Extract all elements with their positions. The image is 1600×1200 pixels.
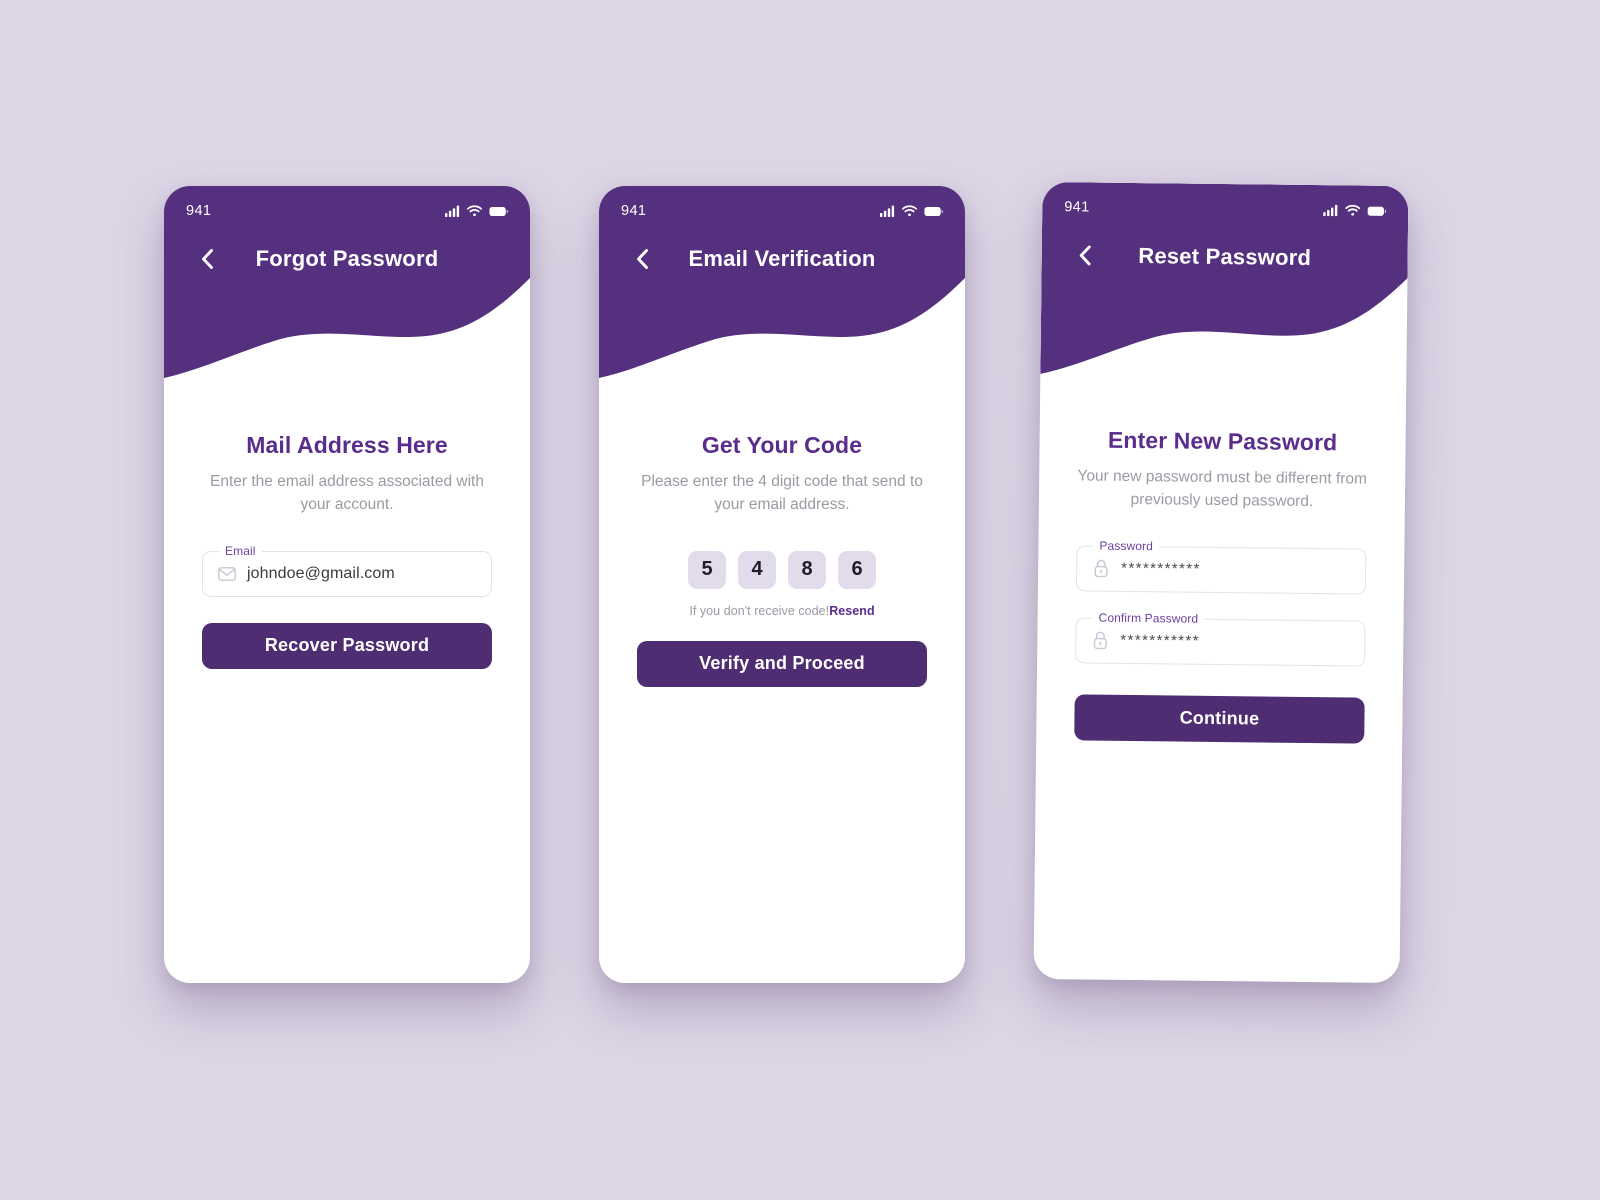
lock-icon	[1091, 559, 1110, 578]
otp-digit-3[interactable]: 8	[788, 550, 826, 589]
password-field-value: ***********	[1121, 560, 1201, 579]
battery-icon	[489, 206, 508, 216]
resend-prompt-text: If you don't receive code!	[689, 603, 830, 618]
page-subtitle: Your new password must be different from…	[1077, 467, 1368, 510]
page-title: Enter New Password	[1107, 426, 1338, 456]
otp-digit-1[interactable]: 5	[688, 550, 726, 589]
chevron-left-icon	[636, 249, 648, 269]
nav-bar: Forgot Password	[164, 242, 530, 276]
status-time: 941	[621, 203, 647, 219]
lock-icon	[1090, 631, 1109, 650]
status-icons	[445, 205, 508, 217]
status-bar: 941	[1042, 196, 1408, 222]
back-button[interactable]	[629, 246, 655, 272]
signal-icon	[445, 205, 460, 217]
status-time: 941	[186, 203, 212, 219]
screen-email-verification: 941 Email Verification Get Your Code Ple…	[599, 186, 965, 983]
password-field[interactable]: Password ***********	[1075, 538, 1367, 595]
signal-icon	[1323, 204, 1338, 217]
signal-icon	[880, 205, 895, 217]
battery-icon	[1367, 206, 1386, 216]
back-button[interactable]	[194, 246, 220, 272]
status-time: 941	[1064, 199, 1090, 216]
back-button[interactable]	[1072, 242, 1098, 268]
screen-content: Mail Address Here Enter the email addres…	[164, 432, 530, 669]
email-field[interactable]: Email johndoe@gmail.com	[202, 543, 492, 597]
recover-password-button[interactable]: Recover Password	[202, 622, 492, 669]
battery-icon	[924, 206, 943, 216]
status-icons	[880, 205, 943, 217]
email-field-label: Email	[219, 543, 262, 559]
chevron-left-icon	[201, 249, 213, 269]
resend-row: If you don't receive code!Resend	[637, 604, 927, 618]
phone-email-verification: 941 Email Verification Get Your Code Ple…	[599, 186, 965, 983]
verify-and-proceed-button[interactable]: Verify and Proceed	[637, 640, 927, 687]
wifi-icon	[902, 205, 917, 217]
phone-forgot-password: 941 Forgot Password Mail Address Here En…	[164, 186, 530, 983]
confirm-password-field-value: ***********	[1120, 632, 1201, 651]
phone-reset-password: 941 Reset Password Enter New Password Yo…	[1033, 181, 1409, 984]
continue-button[interactable]: Continue	[1074, 694, 1365, 744]
chevron-left-icon	[1079, 245, 1091, 266]
otp-input-group: 5 4 8 6	[637, 550, 927, 589]
page-subtitle: Please enter the 4 digit code that send …	[641, 473, 923, 513]
screen-reset-password: 941 Reset Password Enter New Password Yo…	[1033, 181, 1409, 983]
nav-bar: Email Verification	[599, 242, 965, 276]
status-bar: 941	[599, 200, 965, 222]
otp-digit-2[interactable]: 4	[738, 550, 776, 589]
page-title: Get Your Code	[701, 432, 863, 458]
envelope-icon	[217, 564, 236, 583]
wifi-icon	[467, 205, 482, 217]
confirm-password-field[interactable]: Confirm Password ***********	[1075, 610, 1366, 667]
screen-content: Get Your Code Please enter the 4 digit c…	[599, 432, 965, 687]
status-bar: 941	[164, 200, 530, 222]
screen-forgot-password: 941 Forgot Password Mail Address Here En…	[164, 186, 530, 983]
screens-stage: 941 Forgot Password Mail Address Here En…	[0, 0, 1600, 1200]
page-title: Mail Address Here	[246, 432, 448, 458]
otp-digit-4[interactable]: 6	[838, 550, 876, 589]
confirm-password-field-label: Confirm Password	[1092, 610, 1205, 627]
email-field-value: johndoe@gmail.com	[247, 564, 395, 582]
status-icons	[1323, 204, 1386, 217]
resend-link[interactable]: Resend	[829, 604, 874, 618]
nav-bar: Reset Password	[1042, 238, 1408, 276]
wifi-icon	[1345, 204, 1361, 216]
screen-content: Enter New Password Your new password mus…	[1036, 426, 1406, 744]
password-field-label: Password	[1093, 538, 1159, 555]
page-subtitle: Enter the email address associated with …	[210, 473, 484, 513]
